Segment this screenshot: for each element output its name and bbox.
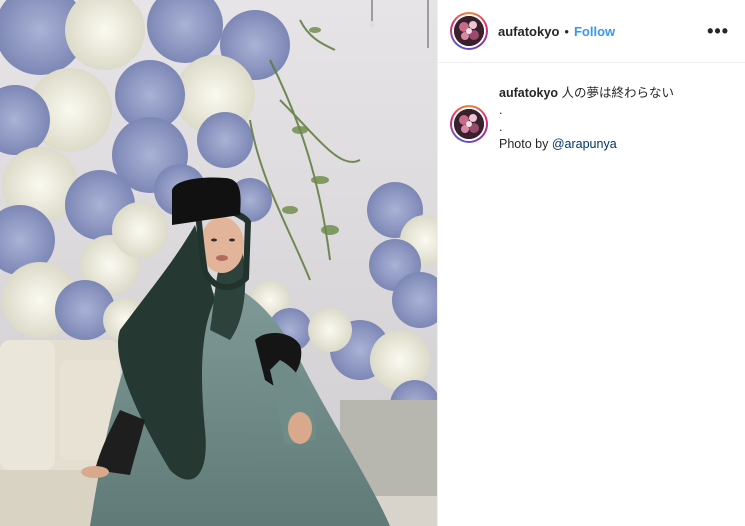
separator-dot: • xyxy=(564,23,569,39)
post-image xyxy=(0,0,437,526)
follow-button[interactable]: Follow xyxy=(574,24,615,39)
avatar-frame xyxy=(452,14,486,48)
avatar-frame xyxy=(452,107,486,141)
post-sidebar: aufatokyo • Follow ••• aufatokyo 人の夢は終わら… xyxy=(437,0,745,526)
avatar[interactable] xyxy=(450,12,488,50)
caption-body: aufatokyo 人の夢は終わらない . . Photo by @arapun… xyxy=(499,85,674,153)
flower-avatar-icon xyxy=(454,109,484,139)
caption-avatar[interactable] xyxy=(450,105,488,143)
caption-text: 人の夢は終わらない xyxy=(561,86,675,100)
post-header: aufatokyo • Follow ••• xyxy=(438,0,745,63)
credit-prefix: Photo by xyxy=(499,137,552,151)
caption-line-2: . xyxy=(499,103,503,117)
more-options-icon[interactable]: ••• xyxy=(703,21,733,42)
header-username[interactable]: aufatokyo xyxy=(498,24,559,39)
caption-credit: Photo by @arapunya xyxy=(499,136,674,153)
avatar-image xyxy=(454,109,484,139)
caption-line-3: . xyxy=(499,120,503,134)
instagram-post: aufatokyo • Follow ••• aufatokyo 人の夢は終わら… xyxy=(0,0,745,526)
caption-username[interactable]: aufatokyo xyxy=(499,86,558,100)
credit-mention-link[interactable]: @arapunya xyxy=(552,137,617,151)
caption-first-line: aufatokyo 人の夢は終わらない xyxy=(499,85,674,102)
caption: aufatokyo 人の夢は終わらない . . Photo by @arapun… xyxy=(438,63,745,153)
flower-avatar-icon xyxy=(454,16,484,46)
post-photo[interactable] xyxy=(0,0,437,526)
avatar-image xyxy=(454,16,484,46)
